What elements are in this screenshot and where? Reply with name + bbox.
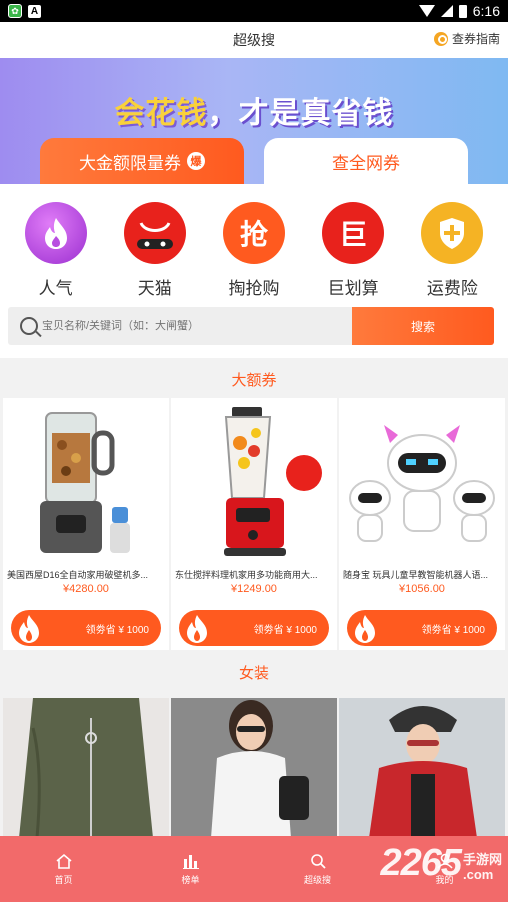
home-icon xyxy=(55,853,72,869)
search-bar: 搜索 xyxy=(0,300,508,358)
product-name: 随身宝 玩具儿童早教智能机器人语... xyxy=(343,570,489,580)
battery-icon xyxy=(458,4,467,18)
product-image xyxy=(339,698,505,838)
section-women-header: 女装 xyxy=(0,655,508,689)
nav-home[interactable]: 首页 xyxy=(19,853,109,886)
page-title: 超级搜 xyxy=(233,32,275,48)
tab-big-coupon-label: 大金额限量券 xyxy=(79,153,181,173)
product-image xyxy=(171,698,337,838)
product-card[interactable]: 随身宝 玩具儿童早教智能机器人语... ¥1056.00 领劵省 ¥ 1000 xyxy=(339,398,505,650)
section-title: 女装 xyxy=(238,664,269,682)
tab-all-coupons[interactable]: 查全网券 xyxy=(264,138,468,184)
a-notification-icon: A xyxy=(28,4,41,18)
tab-big-coupon[interactable]: 大金额限量券 爆 xyxy=(40,138,244,184)
category-tmall[interactable]: 天猫 xyxy=(110,184,200,300)
product-price: ¥4280.00 xyxy=(63,583,109,595)
clock: 6:16 xyxy=(472,3,500,19)
coupon-guide-label: 查券指南 xyxy=(451,32,500,46)
product-list: 美国西屋D16全自动家用破壁机多... ¥4280.00 领劵省 ¥ 1000 xyxy=(0,398,508,650)
nav-label: 首页 xyxy=(54,874,73,885)
app-screen: ✿ A 6:16 超级搜 查券指南 会花钱，才是真省钱 大金额限量券 爆 查全网… xyxy=(0,0,508,902)
product-price: ¥1249.00 xyxy=(231,583,277,595)
product-card[interactable] xyxy=(339,698,505,838)
shield-plus-icon xyxy=(421,202,484,264)
category-label: 人气 xyxy=(38,279,73,298)
product-image xyxy=(3,698,169,838)
category-grab[interactable]: 抢 掏抢购 xyxy=(209,184,299,300)
product-price: ¥1056.00 xyxy=(399,583,445,595)
coupon-label: 领劵省 ¥ 1000 xyxy=(421,624,485,636)
coupon-label: 领劵省 ¥ 1000 xyxy=(253,624,317,636)
site-watermark: 2265 手游网 .com xyxy=(380,844,502,882)
flame-icon xyxy=(24,202,87,264)
tab-all-coupons-label: 查全网券 xyxy=(332,153,400,173)
coupon-button[interactable]: 领劵省 ¥ 1000 xyxy=(11,610,161,646)
coupon-button[interactable]: 领劵省 ¥ 1000 xyxy=(179,610,329,646)
category-juhuasuan[interactable]: 巨 巨划算 xyxy=(308,184,398,300)
title-bar: 超级搜 查券指南 xyxy=(0,22,508,58)
category-row: 人气 天猫 抢 掏抢购 巨 巨划算 运费险 xyxy=(0,184,508,300)
product-card[interactable] xyxy=(3,698,169,838)
flame-icon xyxy=(355,615,375,643)
product-card[interactable]: 东仕搅拌料理机家用多功能商用大... ¥1249.00 领劵省 ¥ 1000 xyxy=(171,398,337,650)
flame-icon xyxy=(187,615,207,643)
category-popular[interactable]: 人气 xyxy=(11,184,101,300)
status-bar: ✿ A 6:16 xyxy=(0,0,508,22)
search-icon xyxy=(20,317,38,335)
search-icon xyxy=(310,853,326,869)
product-card[interactable]: 美国西屋D16全自动家用破壁机多... ¥4280.00 领劵省 ¥ 1000 xyxy=(3,398,169,650)
search-button[interactable]: 搜索 xyxy=(352,307,494,345)
product-image xyxy=(3,398,169,568)
product-card[interactable] xyxy=(171,698,337,838)
tmall-icon xyxy=(123,202,186,264)
product-image xyxy=(339,398,505,568)
promo-banner[interactable]: 会花钱，才是真省钱 大金额限量券 爆 查全网券 xyxy=(0,58,508,184)
chart-icon xyxy=(182,854,199,869)
category-label: 天猫 xyxy=(137,279,172,298)
signal-icon xyxy=(440,5,453,17)
coupon-label: 领劵省 ¥ 1000 xyxy=(85,624,149,636)
slogan-highlight: 会花钱 xyxy=(114,97,208,130)
product-name: 东仕搅拌料理机家用多功能商用大... xyxy=(175,570,318,580)
watermark-number: 2265 xyxy=(380,842,462,884)
hot-badge-icon: 爆 xyxy=(187,152,205,170)
compass-icon xyxy=(433,31,448,46)
nav-ranking[interactable]: 榜单 xyxy=(146,853,236,886)
wifi-icon xyxy=(418,5,435,17)
product-name: 美国西屋D16全自动家用破壁机多... xyxy=(7,570,149,580)
banner-slogan: 会花钱，才是真省钱 xyxy=(0,88,508,132)
product-image xyxy=(171,398,337,568)
coupon-button[interactable]: 领劵省 ¥ 1000 xyxy=(347,610,497,646)
juhuasuan-icon: 巨 xyxy=(322,202,385,264)
flame-icon xyxy=(19,615,39,643)
app-notification-icon: ✿ xyxy=(8,4,22,18)
nav-label: 超级搜 xyxy=(303,874,331,885)
coupon-guide-button[interactable]: 查券指南 xyxy=(433,30,500,47)
category-label: 掏抢购 xyxy=(228,279,280,298)
category-shipping-insurance[interactable]: 运费险 xyxy=(407,184,497,300)
watermark-line1: 手游网 xyxy=(462,852,502,868)
section-big-coupon-header: 大额券 xyxy=(0,363,508,395)
watermark-line2: .com xyxy=(462,866,494,882)
slogan-rest: ，才是真省钱 xyxy=(207,97,394,130)
search-input[interactable] xyxy=(42,320,342,332)
category-label: 巨划算 xyxy=(327,279,379,298)
grab-icon: 抢 xyxy=(222,202,285,264)
category-label: 运费险 xyxy=(426,279,478,298)
search-field[interactable] xyxy=(8,307,352,345)
nav-label: 榜单 xyxy=(181,874,200,885)
women-product-list xyxy=(0,698,508,838)
nav-super-search[interactable]: 超级搜 xyxy=(273,853,363,886)
section-title: 大额券 xyxy=(231,371,277,389)
